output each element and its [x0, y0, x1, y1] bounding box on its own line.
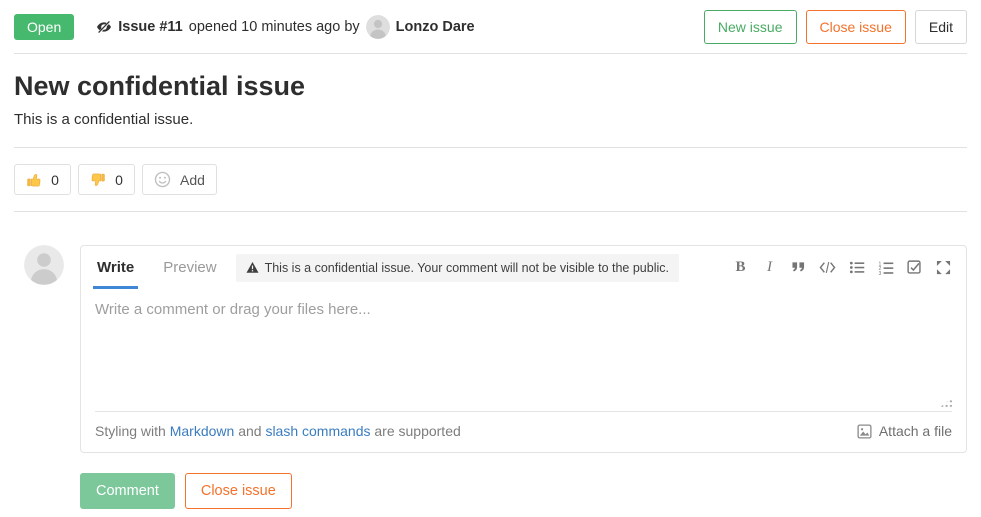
attach-file-label: Attach a file [879, 423, 952, 439]
quote-icon[interactable] [790, 259, 807, 277]
styling-suffix: are supported [374, 423, 460, 439]
thumbs-up-count: 0 [51, 172, 59, 188]
tab-write[interactable]: Write [95, 246, 136, 289]
close-issue-button-top[interactable]: Close issue [806, 10, 906, 44]
code-icon[interactable] [819, 259, 836, 277]
issue-title: New confidential issue [14, 71, 967, 102]
new-issue-button[interactable]: New issue [704, 10, 797, 44]
thumbs-down-button[interactable]: 0 [78, 164, 135, 195]
issue-page: Open Issue #11 opened 10 minutes ago by … [0, 0, 981, 509]
italic-icon[interactable]: I [761, 259, 778, 277]
bold-icon[interactable]: B [732, 259, 749, 277]
markdown-toolbar: B I [732, 259, 952, 277]
current-user-avatar [24, 245, 64, 285]
issue-opened-text: opened 10 minutes ago by [189, 19, 360, 35]
thumbs-up-button[interactable]: 0 [14, 164, 71, 195]
comment-form-header: Write Preview This is a confidential iss… [81, 246, 966, 289]
svg-text:3: 3 [878, 271, 881, 275]
add-award-emoji-button[interactable]: Add [142, 164, 217, 195]
author-avatar[interactable] [366, 15, 390, 39]
fullscreen-icon[interactable] [935, 259, 952, 277]
slash-commands-link[interactable]: slash commands [265, 423, 370, 439]
bulleted-list-icon[interactable] [848, 259, 865, 277]
edit-button[interactable]: Edit [915, 10, 967, 44]
task-list-icon[interactable] [906, 259, 923, 277]
warning-triangle-icon [246, 261, 259, 274]
confidential-eye-slash-icon [96, 19, 112, 35]
styling-and: and [238, 423, 261, 439]
issue-description: This is a confidential issue. [14, 111, 967, 148]
attach-image-icon [857, 424, 872, 439]
styling-prefix: Styling with [95, 423, 166, 439]
status-badge: Open [14, 14, 74, 40]
close-issue-button-bottom[interactable]: Close issue [185, 473, 292, 509]
thumbs-down-count: 0 [115, 172, 123, 188]
styling-hint: Styling with Markdown and slash commands… [95, 423, 461, 439]
comment-input[interactable] [95, 289, 952, 411]
comment-column: Write Preview This is a confidential iss… [80, 245, 967, 509]
add-award-label: Add [180, 172, 205, 188]
author-name[interactable]: Lonzo Dare [396, 19, 475, 35]
award-emoji-row: 0 0 Add [14, 148, 967, 212]
attach-file-button[interactable]: Attach a file [857, 423, 952, 439]
issue-number: Issue #11 [118, 19, 183, 35]
comment-form-footer: Styling with Markdown and slash commands… [81, 412, 966, 452]
comment-area: Write Preview This is a confidential iss… [24, 245, 967, 509]
comment-actions: Comment Close issue [80, 473, 967, 509]
confidential-warning: This is a confidential issue. Your comme… [236, 254, 679, 282]
issue-header-bar: Open Issue #11 opened 10 minutes ago by … [14, 0, 967, 54]
smiley-icon [154, 171, 171, 188]
comment-form: Write Preview This is a confidential iss… [80, 245, 967, 453]
tab-preview[interactable]: Preview [163, 259, 216, 276]
markdown-link[interactable]: Markdown [170, 423, 235, 439]
numbered-list-icon[interactable]: 1 2 3 [877, 259, 894, 277]
thumbs-up-icon [26, 172, 42, 188]
header-actions: New issue Close issue Edit [704, 10, 967, 44]
confidential-warning-text: This is a confidential issue. Your comme… [265, 261, 669, 275]
comment-submit-button[interactable]: Comment [80, 473, 175, 509]
thumbs-down-icon [90, 172, 106, 188]
comment-editor-wrap [95, 289, 952, 412]
issue-meta: Issue #11 opened 10 minutes ago by Lonzo… [96, 15, 474, 39]
